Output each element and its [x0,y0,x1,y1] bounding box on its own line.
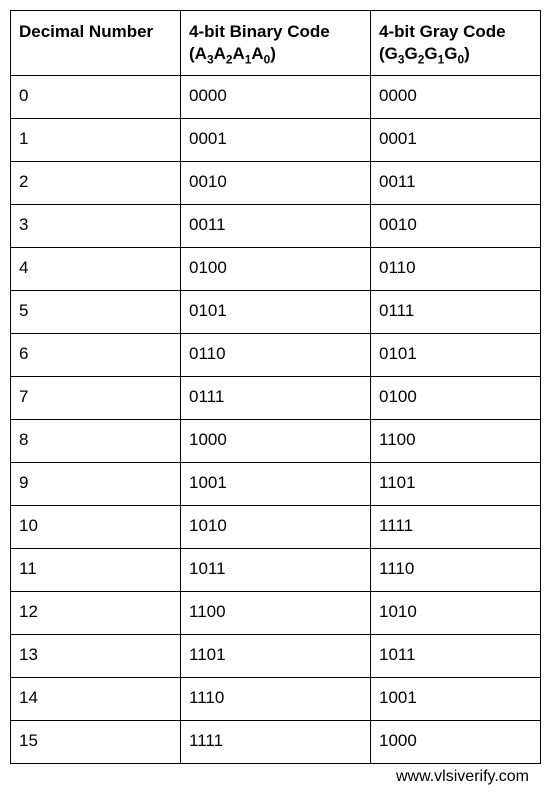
cell-binary: 0101 [181,291,371,334]
table-row: 100010001 [11,119,541,162]
cell-decimal: 6 [11,334,181,377]
cell-decimal: 8 [11,420,181,463]
cell-decimal: 0 [11,76,181,119]
cell-gray: 1010 [371,592,541,635]
cell-decimal: 2 [11,162,181,205]
table-row: 1010101111 [11,506,541,549]
cell-decimal: 3 [11,205,181,248]
cell-binary: 1001 [181,463,371,506]
table-row: 300110010 [11,205,541,248]
cell-binary: 0111 [181,377,371,420]
cell-gray: 1111 [371,506,541,549]
binary-gray-table: Decimal Number 4-bit Binary Code (A3A2A1… [10,10,541,764]
cell-binary: 1100 [181,592,371,635]
cell-decimal: 4 [11,248,181,291]
cell-gray: 0111 [371,291,541,334]
cell-binary: 1000 [181,420,371,463]
table-row: 501010111 [11,291,541,334]
cell-gray: 1100 [371,420,541,463]
table-row: 910011101 [11,463,541,506]
cell-binary: 1111 [181,721,371,764]
cell-decimal: 10 [11,506,181,549]
cell-binary: 0001 [181,119,371,162]
table-row: 401000110 [11,248,541,291]
cell-gray: 1101 [371,463,541,506]
cell-binary: 0000 [181,76,371,119]
table-row: 810001100 [11,420,541,463]
table-header-row: Decimal Number 4-bit Binary Code (A3A2A1… [11,11,541,76]
cell-decimal: 14 [11,678,181,721]
table-row: 1311011011 [11,635,541,678]
cell-decimal: 7 [11,377,181,420]
cell-decimal: 15 [11,721,181,764]
header-decimal: Decimal Number [11,11,181,76]
table-row: 1511111000 [11,721,541,764]
cell-decimal: 9 [11,463,181,506]
cell-decimal: 5 [11,291,181,334]
table-row: 200100011 [11,162,541,205]
table-body: 0000000001000100012001000113001100104010… [11,76,541,764]
cell-gray: 0000 [371,76,541,119]
cell-binary: 0100 [181,248,371,291]
cell-gray: 1110 [371,549,541,592]
table-row: 000000000 [11,76,541,119]
cell-binary: 1011 [181,549,371,592]
cell-gray: 0100 [371,377,541,420]
header-gray: 4-bit Gray Code (G3G2G1G0) [371,11,541,76]
cell-decimal: 13 [11,635,181,678]
table-row: 1411101001 [11,678,541,721]
table-row: 1211001010 [11,592,541,635]
cell-decimal: 12 [11,592,181,635]
cell-gray: 0001 [371,119,541,162]
cell-binary: 1010 [181,506,371,549]
cell-binary: 0110 [181,334,371,377]
table-row: 1110111110 [11,549,541,592]
cell-gray: 1000 [371,721,541,764]
credit-text: www.vlsiverify.com [10,764,539,786]
table-row: 601100101 [11,334,541,377]
cell-gray: 0010 [371,205,541,248]
cell-binary: 1101 [181,635,371,678]
cell-gray: 1001 [371,678,541,721]
cell-binary: 0010 [181,162,371,205]
header-binary: 4-bit Binary Code (A3A2A1A0) [181,11,371,76]
cell-gray: 1011 [371,635,541,678]
cell-binary: 0011 [181,205,371,248]
cell-decimal: 1 [11,119,181,162]
cell-gray: 0011 [371,162,541,205]
cell-gray: 0101 [371,334,541,377]
table-row: 701110100 [11,377,541,420]
cell-decimal: 11 [11,549,181,592]
cell-binary: 1110 [181,678,371,721]
cell-gray: 0110 [371,248,541,291]
